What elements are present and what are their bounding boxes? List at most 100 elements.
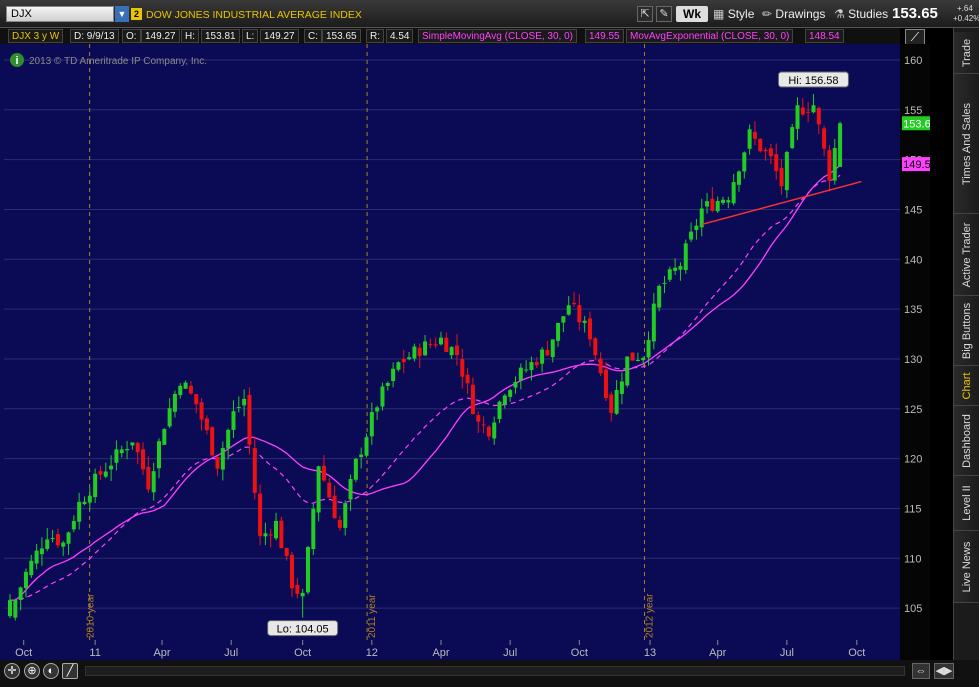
- candle-body: [77, 501, 82, 522]
- tab-active-trader[interactable]: Active Trader: [954, 214, 979, 296]
- candle-body: [39, 548, 44, 555]
- year-label: 2011 year: [367, 594, 378, 638]
- candle-body: [231, 411, 236, 430]
- expand-icon[interactable]: ⇔: [912, 663, 930, 679]
- candle-body: [55, 534, 60, 546]
- drawings-button[interactable]: ✏ Drawings: [762, 5, 825, 23]
- y-tick-label: 110: [904, 553, 922, 565]
- candle-body: [428, 344, 433, 346]
- zoom-out-icon[interactable]: ◐: [43, 663, 59, 679]
- tab-trade[interactable]: Trade: [954, 32, 979, 74]
- ema-study-label[interactable]: MovAvgExponential (CLOSE, 30, 0): [626, 29, 794, 43]
- studies-label: Studies: [848, 7, 889, 21]
- candle-body: [800, 107, 805, 115]
- chart-area[interactable]: 105110115120125130135140145150155160Oct1…: [0, 44, 930, 687]
- candle-body: [220, 447, 225, 470]
- candle-body: [593, 338, 598, 356]
- candle-body: [614, 390, 619, 414]
- x-tick-label: 13: [644, 647, 656, 659]
- tab-label: Chart: [961, 372, 973, 399]
- candle-body: [731, 182, 736, 204]
- wrench-icon[interactable]: ✎: [656, 6, 672, 22]
- tab-level-ii[interactable]: Level II: [954, 476, 979, 531]
- candle-body: [518, 367, 523, 381]
- tab-dashboard[interactable]: Dashboard: [954, 406, 979, 476]
- candle-body: [822, 128, 827, 149]
- candle-body: [172, 393, 177, 412]
- candle-body: [630, 352, 635, 361]
- tab-big-buttons[interactable]: Big Buttons: [954, 296, 979, 366]
- candle-body: [774, 154, 779, 171]
- tab-label: Live News: [961, 541, 973, 592]
- candle-body: [747, 129, 752, 149]
- y-tick-label: 125: [904, 404, 922, 416]
- style-button[interactable]: ▦ Style: [713, 5, 754, 23]
- x-tick-label: 12: [366, 647, 378, 659]
- y-tick-label: 105: [904, 603, 922, 615]
- tab-label: Big Buttons: [961, 302, 973, 359]
- high-value: 153.81: [201, 29, 240, 43]
- candle-body: [401, 358, 406, 363]
- candle-body: [603, 369, 608, 399]
- candle-body: [625, 356, 630, 386]
- cursor-icon[interactable]: ⇱: [637, 6, 653, 22]
- candle-body: [742, 152, 747, 172]
- period-button[interactable]: Wk: [676, 6, 708, 22]
- tab-chart[interactable]: Chart: [954, 366, 979, 406]
- y-tick-label: 135: [904, 304, 922, 316]
- high-label: H:: [181, 29, 199, 43]
- price-chart[interactable]: 105110115120125130135140145150155160Oct1…: [0, 44, 930, 660]
- link-group-badge[interactable]: 2: [131, 8, 142, 20]
- crosshair-icon[interactable]: ✛: [4, 663, 20, 679]
- candle-body: [444, 337, 449, 352]
- zoom-in-icon[interactable]: ⊕: [24, 663, 40, 679]
- bottom-bar: ✛ ⊕ ◐ ╱ ⇔ ◀▶: [0, 660, 979, 687]
- drawing-line-icon[interactable]: ╱: [62, 663, 78, 679]
- y-tick-label: 115: [904, 503, 922, 515]
- scroll-left-right-icon[interactable]: ◀▶: [934, 663, 954, 679]
- close-label: C:: [304, 29, 322, 43]
- chart-scrollbar[interactable]: [85, 666, 905, 676]
- percent-change: +0.42%: [953, 14, 979, 23]
- side-tab-bar: Trade Times And Sales Active Trader Big But…: [953, 28, 979, 660]
- candle-body: [98, 471, 103, 475]
- candle-body: [369, 412, 374, 437]
- candle-body: [673, 267, 678, 271]
- symbol-dropdown-button[interactable]: ▼: [115, 6, 129, 22]
- tab-label: Trade: [961, 38, 973, 67]
- candle-body: [391, 368, 396, 382]
- candle-body: [375, 407, 380, 412]
- tab-times-and-sales[interactable]: Times And Sales: [954, 74, 979, 214]
- candle-body: [364, 437, 369, 456]
- symbol-input[interactable]: DJX: [6, 6, 114, 22]
- candle-body: [832, 148, 837, 181]
- price-axis-background: [900, 44, 930, 660]
- candle-body: [188, 385, 193, 394]
- drawings-label: Drawings: [775, 7, 826, 21]
- y-tick-label: 120: [904, 454, 922, 466]
- tab-label: Dashboard: [961, 413, 973, 468]
- candle-body: [476, 415, 481, 422]
- low-label: L:: [242, 29, 259, 43]
- x-tick-label: Apr: [709, 647, 726, 659]
- studies-button[interactable]: ⚗ Studies: [834, 5, 888, 23]
- tab-live-news[interactable]: Live News: [954, 531, 979, 603]
- last-price: 153.65: [892, 5, 938, 22]
- flask-icon: ⚗: [834, 7, 845, 21]
- candle-body: [667, 269, 672, 280]
- y-tick-label: 145: [904, 204, 922, 216]
- candle-body: [103, 471, 108, 477]
- open-value: 149.27: [141, 29, 180, 43]
- candle-body: [130, 442, 135, 446]
- sma-study-label[interactable]: SimpleMovingAvg (CLOSE, 30, 0): [418, 29, 577, 43]
- candle-body: [678, 266, 683, 270]
- candle-body: [736, 171, 741, 185]
- candle-body: [210, 427, 215, 456]
- high-label: Hi: 156.58: [788, 75, 838, 87]
- candle-body: [146, 466, 151, 490]
- candle-body: [284, 548, 289, 556]
- symbol-period: DJX 3 y W: [8, 29, 64, 43]
- candle-body: [763, 149, 768, 152]
- trendline-tool-icon[interactable]: ⟋: [905, 29, 925, 45]
- x-tick-label: Apr: [432, 647, 449, 659]
